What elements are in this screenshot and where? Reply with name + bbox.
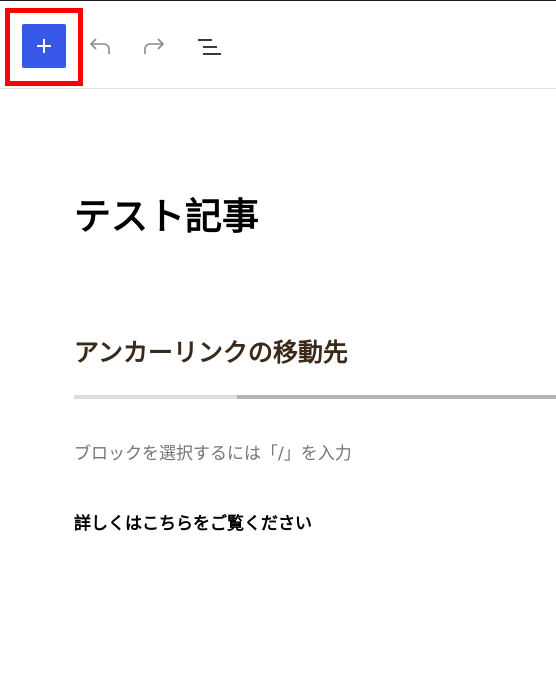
plus-icon — [37, 39, 51, 53]
undo-icon — [89, 38, 110, 54]
add-block-button[interactable] — [22, 24, 66, 68]
redo-icon — [144, 38, 165, 54]
empty-paragraph-placeholder[interactable]: ブロックを選択するには「/」を入力 — [74, 441, 352, 467]
post-title[interactable]: テスト記事 — [74, 191, 259, 243]
redo-button[interactable] — [141, 34, 167, 60]
list-view-button[interactable] — [196, 34, 222, 60]
separator-block[interactable] — [74, 395, 556, 399]
undo-button[interactable] — [87, 34, 113, 60]
editor-toolbar — [0, 1, 556, 89]
heading-block[interactable]: アンカーリンクの移動先 — [74, 335, 348, 371]
paragraph-block[interactable]: 詳しくはこちらをご覧ください — [74, 511, 312, 537]
editor-window: テスト記事 アンカーリンクの移動先 ブロックを選択するには「/」を入力 詳しくは… — [0, 0, 556, 696]
list-view-icon — [198, 39, 221, 55]
